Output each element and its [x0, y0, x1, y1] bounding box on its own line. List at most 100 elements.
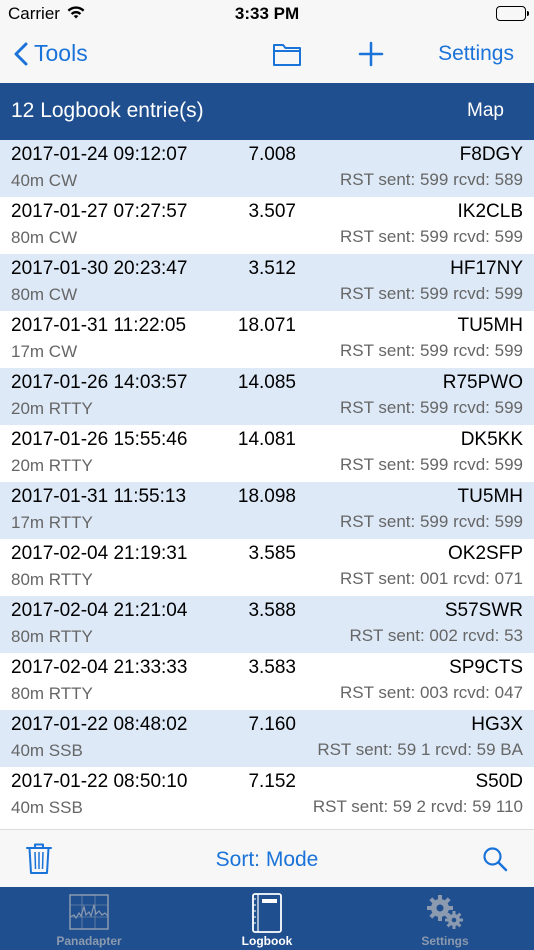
log-entry-row[interactable]: 2017-01-26 15:55:46 14.081 DK5KK 20m RTT… [0, 425, 534, 482]
entry-callsign: IK2CLB [457, 201, 523, 222]
clock-label: 3:33 PM [234, 4, 300, 23]
entry-frequency: 14.081 [237, 429, 296, 450]
folder-icon[interactable] [272, 41, 302, 72]
entry-rst: RST sent: 599 rcvd: 599 [339, 227, 523, 246]
sort-mode-button[interactable]: Sort: Mode [216, 848, 319, 871]
entry-callsign: S50D [475, 771, 523, 792]
status-bar: Carrier 3:33 PM [0, 0, 534, 30]
plus-icon[interactable] [357, 40, 385, 73]
entry-rst: RST sent: 599 rcvd: 599 [339, 398, 523, 417]
log-entry-row[interactable]: 2017-02-04 21:19:31 3.585 OK2SFP 80m RTT… [0, 539, 534, 596]
entry-rst: RST sent: 001 rcvd: 071 [339, 569, 523, 588]
entry-datetime: 2017-02-04 21:19:31 [11, 543, 188, 564]
entries-count-title: 12 Logbook entrie(s) [11, 99, 204, 122]
entry-datetime: 2017-01-27 07:27:57 [11, 201, 188, 222]
entry-rst: RST sent: 599 rcvd: 599 [339, 341, 523, 360]
entry-callsign: OK2SFP [448, 543, 523, 564]
entry-datetime: 2017-01-26 14:03:57 [11, 372, 188, 393]
entry-callsign: TU5MH [457, 486, 523, 507]
entry-frequency: 3.512 [248, 258, 296, 279]
log-entry-row[interactable]: 2017-02-04 21:21:04 3.588 S57SWR 80m RTT… [0, 596, 534, 653]
entry-frequency: 7.152 [248, 771, 296, 792]
chevron-left-icon [14, 42, 28, 65]
entry-callsign: F8DGY [459, 144, 523, 165]
log-entry-row[interactable]: 2017-01-31 11:22:05 18.071 TU5MH 17m CW … [0, 311, 534, 368]
back-button[interactable]: Tools [14, 40, 88, 67]
entry-callsign: S57SWR [444, 600, 523, 621]
entry-rst: RST sent: 599 rcvd: 599 [339, 284, 523, 303]
entry-datetime: 2017-01-24 09:12:07 [11, 144, 188, 165]
bottom-toolbar: Sort: Mode [0, 829, 534, 887]
map-button[interactable]: Map [467, 100, 504, 122]
entry-callsign: HG3X [471, 714, 523, 735]
entry-band-mode: 17m RTTY [11, 513, 93, 532]
logbook-list: 2017-01-24 09:12:07 7.008 F8DGY 40m CW R… [0, 140, 534, 822]
entry-frequency: 18.071 [237, 315, 296, 336]
entry-datetime: 2017-01-31 11:55:13 [11, 486, 187, 507]
entry-datetime: 2017-01-22 08:48:02 [11, 714, 188, 735]
log-entry-row[interactable]: 2017-01-27 07:27:57 3.507 IK2CLB 80m CW … [0, 197, 534, 254]
entry-datetime: 2017-01-22 08:50:10 [11, 771, 188, 792]
entry-band-mode: 80m RTTY [11, 684, 93, 703]
tab-label: Panadapter [56, 934, 122, 948]
entry-rst: RST sent: 599 rcvd: 599 [339, 455, 523, 474]
tab-bar: Panadapter Logbook Settings [0, 887, 534, 950]
search-icon[interactable] [482, 846, 508, 877]
entry-callsign: SP9CTS [449, 657, 523, 678]
entry-rst: RST sent: 59 2 rcvd: 59 110 [312, 797, 523, 816]
panadapter-icon [0, 893, 178, 931]
entry-datetime: 2017-01-30 20:23:47 [11, 258, 188, 279]
entry-frequency: 3.507 [248, 201, 296, 222]
log-entry-row[interactable]: 2017-01-31 11:55:13 18.098 TU5MH 17m RTT… [0, 482, 534, 539]
entry-band-mode: 17m CW [11, 342, 78, 361]
entry-frequency: 14.085 [237, 372, 296, 393]
entry-band-mode: 80m CW [11, 228, 78, 247]
entry-band-mode: 80m CW [11, 285, 78, 304]
settings-button[interactable]: Settings [438, 42, 514, 66]
entry-band-mode: 40m SSB [11, 798, 83, 817]
entry-callsign: HF17NY [450, 258, 523, 279]
logbook-header: 12 Logbook entrie(s) Map [0, 83, 534, 140]
gears-icon [356, 893, 534, 931]
tab-label: Settings [421, 934, 469, 948]
entry-callsign: DK5KK [460, 429, 523, 450]
entry-band-mode: 20m RTTY [11, 399, 93, 418]
entry-frequency: 3.588 [248, 600, 296, 621]
entry-rst: RST sent: 002 rcvd: 53 [349, 626, 523, 645]
entry-band-mode: 80m RTTY [11, 570, 93, 589]
entry-band-mode: 40m CW [11, 171, 78, 190]
log-entry-row[interactable]: 2017-02-04 21:33:33 3.583 SP9CTS 80m RTT… [0, 653, 534, 710]
entry-rst: RST sent: 003 rcvd: 047 [339, 683, 523, 702]
entry-frequency: 18.098 [237, 486, 296, 507]
tab-settings[interactable]: Settings [356, 887, 534, 950]
entry-band-mode: 80m RTTY [11, 627, 93, 646]
tab-logbook[interactable]: Logbook [178, 887, 356, 950]
tab-panadapter[interactable]: Panadapter [0, 887, 178, 950]
entry-datetime: 2017-02-04 21:33:33 [11, 657, 188, 678]
entry-datetime: 2017-02-04 21:21:04 [11, 600, 188, 621]
entry-rst: RST sent: 599 rcvd: 589 [339, 170, 523, 189]
entry-rst: RST sent: 59 1 rcvd: 59 BA [317, 740, 523, 759]
logbook-icon [178, 893, 356, 933]
log-entry-row[interactable]: 2017-01-24 09:12:07 7.008 F8DGY 40m CW R… [0, 140, 534, 197]
entry-rst: RST sent: 599 rcvd: 599 [339, 512, 523, 531]
entry-datetime: 2017-01-31 11:22:05 [11, 315, 187, 336]
log-entry-row[interactable]: 2017-01-22 08:50:10 7.152 S50D 40m SSB R… [0, 767, 534, 824]
entry-frequency: 7.160 [248, 714, 296, 735]
entry-frequency: 3.583 [248, 657, 296, 678]
log-entry-row[interactable]: 2017-01-26 14:03:57 14.085 R75PWO 20m RT… [0, 368, 534, 425]
entry-band-mode: 20m RTTY [11, 456, 93, 475]
entry-band-mode: 40m SSB [11, 741, 83, 760]
entry-callsign: R75PWO [442, 372, 523, 393]
tab-label: Logbook [241, 934, 293, 948]
log-entry-row[interactable]: 2017-01-22 08:48:02 7.160 HG3X 40m SSB R… [0, 710, 534, 767]
log-entry-row[interactable]: 2017-01-30 20:23:47 3.512 HF17NY 80m CW … [0, 254, 534, 311]
battery-icon [496, 6, 529, 21]
back-label: Tools [34, 40, 88, 66]
entry-frequency: 7.008 [248, 144, 296, 165]
trash-icon[interactable] [25, 842, 53, 881]
entry-callsign: TU5MH [457, 315, 523, 336]
entry-datetime: 2017-01-26 15:55:46 [11, 429, 188, 450]
navigation-bar: Tools Settings [0, 30, 534, 83]
entry-frequency: 3.585 [248, 543, 296, 564]
